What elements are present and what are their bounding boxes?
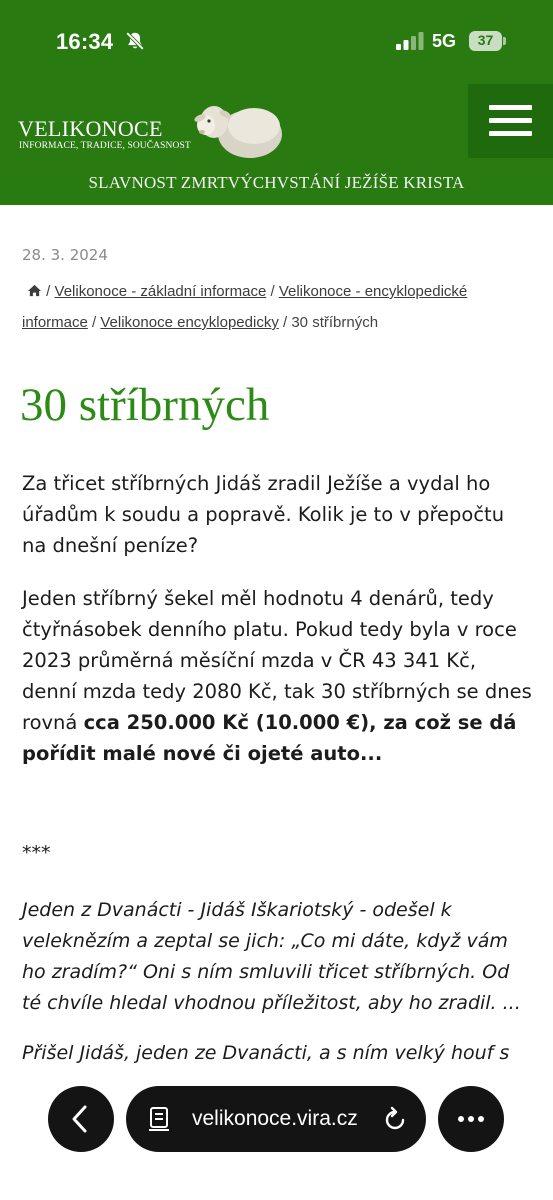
article-date: 28. 3. 2024 xyxy=(22,246,108,264)
breadcrumb-current: 30 stříbrných xyxy=(291,314,379,331)
site-logo-subtitle: INFORMACE, TRADICE, SOUČASNOST xyxy=(19,141,191,151)
home-icon[interactable] xyxy=(27,284,42,297)
network-type: 5G xyxy=(432,31,457,51)
more-icon xyxy=(458,1116,464,1122)
status-time: 16:34 xyxy=(56,29,114,54)
address-bar[interactable]: velikonoce.vira.cz xyxy=(126,1086,426,1152)
breadcrumb: / Velikonoce - základní informace / Veli… xyxy=(22,276,532,338)
more-icon xyxy=(468,1116,474,1122)
more-options-button[interactable] xyxy=(438,1086,504,1152)
value-paragraph-highlight: cca 250.000 Kč (10.000 €), za což se dá … xyxy=(22,711,517,765)
more-icon xyxy=(478,1116,484,1122)
article-value-paragraph: Jeden stříbrný šekel měl hodnotu 4 denár… xyxy=(22,583,534,769)
back-button[interactable] xyxy=(48,1086,114,1152)
back-arrow-icon xyxy=(72,1105,87,1133)
section-separator: *** xyxy=(22,842,51,864)
article-title: 30 stříbrných xyxy=(20,379,270,431)
site-tagline: SLAVNOST ZMRTVÝCHVSTÁNÍ JEŽÍŠE KRISTA xyxy=(88,173,465,192)
reload-icon[interactable] xyxy=(382,1105,408,1133)
url-text[interactable]: velikonoce.vira.cz xyxy=(192,1107,358,1131)
breadcrumb-separator: / xyxy=(266,283,279,300)
breadcrumb-link-zakladni-informace[interactable]: Velikonoce - základní informace xyxy=(55,283,267,300)
breadcrumb-separator: / xyxy=(42,283,55,300)
sheep-logo-icon xyxy=(194,106,282,158)
breadcrumb-separator: / xyxy=(278,314,292,331)
bible-quote-continuation: Přišel Jidáš, jeden ze Dvanácti, a s ním… xyxy=(22,1042,510,1064)
bible-quote-paragraph: Jeden z Dvanácti - Jidáš Iškariotský - o… xyxy=(22,899,521,1014)
site-logo-title[interactable]: VELIKONOCE xyxy=(18,116,163,142)
article-intro-paragraph: Za třicet stříbrných Jidáš zradil Ježíše… xyxy=(22,472,505,557)
signal-icon xyxy=(396,32,424,50)
bell-off-icon xyxy=(125,31,145,51)
site-header: 16:34 5G 37 VELIKONOCE INFORMACE, TRADIC… xyxy=(0,0,553,205)
hamburger-menu-button[interactable] xyxy=(468,84,553,158)
page-icon[interactable] xyxy=(148,1106,172,1132)
breadcrumb-separator: / xyxy=(87,314,101,331)
breadcrumb-link-encyklopedicky[interactable]: Velikonoce encyklopedicky xyxy=(100,314,278,331)
battery-level: 37 xyxy=(477,32,494,48)
battery-icon: 37 xyxy=(469,31,506,51)
status-bar: 16:34 5G 37 xyxy=(0,0,553,80)
